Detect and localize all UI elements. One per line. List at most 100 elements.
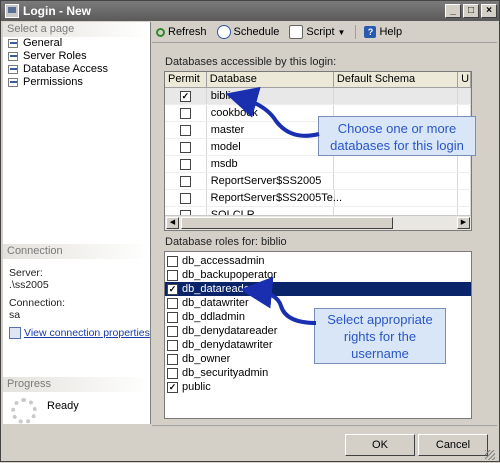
permit-checkbox[interactable]: [179, 158, 191, 170]
minimize-button[interactable]: _: [445, 4, 461, 18]
column-header-database[interactable]: Database: [207, 72, 334, 87]
permit-checkbox[interactable]: [179, 141, 191, 153]
left-panel: Select a page General Server Roles Databas…: [3, 22, 151, 424]
ok-button[interactable]: OK: [345, 434, 415, 456]
default-schema-cell[interactable]: [334, 88, 459, 104]
help-button[interactable]: ? Help: [364, 26, 402, 38]
role-checkbox[interactable]: ✓: [167, 283, 178, 295]
refresh-label: Refresh: [168, 26, 207, 38]
scroll-left-icon[interactable]: ◀: [166, 217, 179, 229]
page-icon: [7, 38, 20, 49]
role-label: db_denydatawriter: [182, 339, 273, 351]
column-header-permit[interactable]: Permit: [165, 72, 207, 87]
properties-icon: [9, 327, 21, 339]
list-item[interactable]: db_securityadmin: [165, 366, 471, 380]
permit-checkbox[interactable]: [179, 107, 191, 119]
role-checkbox[interactable]: ✓: [167, 381, 178, 393]
window-title: Login - New: [23, 4, 91, 18]
button-bar: OK Cancel: [152, 425, 497, 462]
list-item[interactable]: ✓ db_datareader: [165, 282, 471, 296]
role-label: db_ddladmin: [182, 311, 245, 323]
database-name-cell: ReportServer$SS2005Te...: [207, 190, 342, 206]
table-row[interactable]: ReportServer$SS2005: [165, 173, 471, 190]
role-label: db_datareader: [182, 283, 254, 295]
table-row[interactable]: ReportServer$SS2005Te...: [165, 190, 471, 207]
database-name-cell: msdb: [207, 156, 334, 172]
scroll-right-icon[interactable]: ▶: [457, 217, 470, 229]
list-item[interactable]: db_backupoperator: [165, 268, 471, 282]
role-checkbox[interactable]: [167, 297, 178, 309]
role-checkbox[interactable]: [167, 353, 178, 365]
progress-section: Progress Ready: [3, 377, 150, 427]
database-name-cell: cookbook: [207, 105, 334, 121]
databases-grid-body: ✓ biblio cookbook master model msdb ReportServ…: [165, 88, 471, 224]
role-label: db_owner: [182, 353, 231, 365]
role-checkbox[interactable]: [167, 269, 178, 281]
table-row[interactable]: msdb: [165, 156, 471, 173]
maximize-button[interactable]: □: [463, 4, 479, 18]
schedule-button[interactable]: Schedule: [216, 25, 279, 39]
list-item[interactable]: ✓ public: [165, 380, 471, 394]
role-checkbox[interactable]: [167, 367, 178, 379]
script-icon: [289, 25, 304, 39]
connection-value: sa: [9, 309, 21, 321]
databases-callout: Choose one or more databases for this lo…: [318, 116, 476, 156]
role-checkbox[interactable]: [167, 311, 178, 323]
permit-cell: ✓: [165, 88, 207, 104]
page-item-label: General: [23, 37, 63, 49]
connection-header: Connection: [3, 244, 150, 259]
roles-callout: Select appropriate rights for the userna…: [314, 308, 446, 364]
column-header-user[interactable]: U: [458, 72, 471, 87]
script-button[interactable]: Script ▼: [289, 25, 345, 39]
role-label: db_accessadmin: [182, 255, 265, 267]
permit-checkbox[interactable]: [179, 192, 191, 204]
permit-checkbox[interactable]: ✓: [179, 90, 191, 102]
view-connection-properties-link[interactable]: View connection properties: [3, 327, 150, 339]
page-item-label: Server Roles: [23, 50, 87, 62]
database-name-cell: model: [207, 139, 334, 155]
login-new-window: Login - New _ □ × Select a page General S…: [0, 0, 500, 462]
permit-checkbox[interactable]: [179, 124, 191, 136]
page-item-permissions[interactable]: Permissions: [3, 76, 150, 89]
resize-grip-icon[interactable]: [485, 450, 495, 460]
role-label: db_datawriter: [182, 297, 249, 309]
progress-spinner-icon: [11, 398, 37, 424]
server-label: Server:: [9, 267, 43, 279]
database-name-cell: biblio: [207, 88, 334, 104]
roles-label: Database roles for: biblio: [165, 236, 287, 248]
table-row[interactable]: ✓ biblio: [165, 88, 471, 105]
role-label: db_denydatareader: [182, 325, 278, 337]
user-cell: [458, 156, 471, 172]
role-checkbox[interactable]: [167, 255, 178, 267]
page-item-server-roles[interactable]: Server Roles: [3, 50, 150, 63]
clock-icon: [216, 25, 231, 39]
column-header-default-schema[interactable]: Default Schema: [334, 72, 459, 87]
list-item[interactable]: db_accessadmin: [165, 254, 471, 268]
role-checkbox[interactable]: [167, 339, 178, 351]
user-cell: [458, 88, 471, 104]
permit-cell: [165, 190, 207, 206]
user-cell: [458, 190, 471, 206]
page-icon: [7, 51, 20, 62]
role-label: db_backupoperator: [182, 269, 277, 281]
refresh-button[interactable]: Refresh: [156, 26, 207, 38]
scroll-thumb[interactable]: [181, 217, 393, 229]
page-item-general[interactable]: General: [3, 37, 150, 50]
help-icon: ?: [364, 26, 377, 38]
permit-cell: [165, 122, 207, 138]
horizontal-scrollbar[interactable]: ◀ ▶: [165, 215, 471, 230]
connection-section: Connection Server: .\ss2005 Connection: …: [3, 244, 150, 339]
default-schema-cell[interactable]: [334, 173, 459, 189]
default-schema-cell[interactable]: [335, 190, 459, 206]
permit-checkbox[interactable]: [179, 175, 191, 187]
toolbar-separator: [355, 25, 357, 39]
server-value: .\ss2005: [9, 279, 49, 291]
permit-cell: [165, 139, 207, 155]
default-schema-cell[interactable]: [334, 156, 459, 172]
chevron-down-icon[interactable]: ▼: [338, 28, 346, 37]
role-checkbox[interactable]: [167, 325, 178, 337]
page-item-database-access[interactable]: Database Access: [3, 63, 150, 76]
cancel-button[interactable]: Cancel: [418, 434, 488, 456]
close-button[interactable]: ×: [481, 4, 497, 18]
databases-label: Databases accessible by this login:: [165, 56, 337, 68]
